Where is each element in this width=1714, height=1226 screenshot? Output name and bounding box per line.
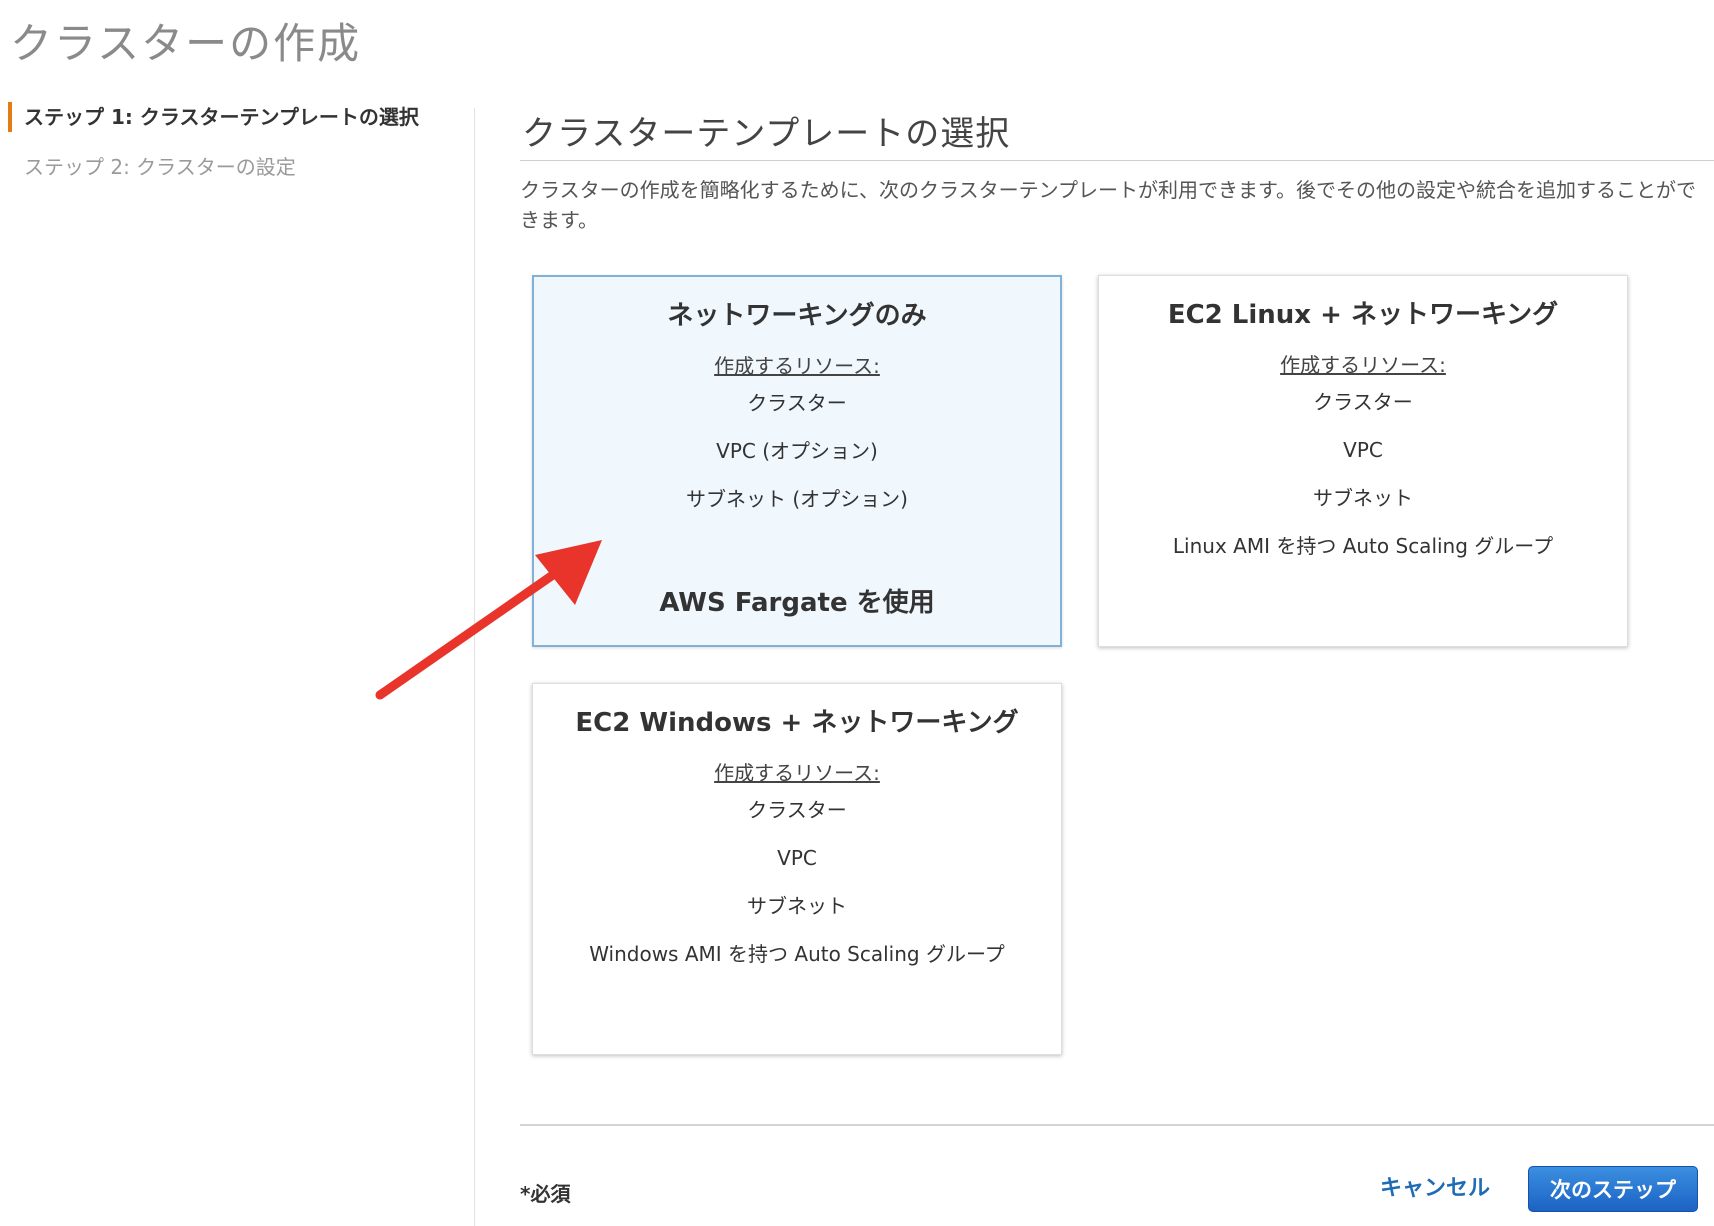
resource-item: サブネット (オプション) — [686, 487, 908, 511]
required-note: *必須 — [520, 1182, 571, 1206]
cancel-button[interactable]: キャンセル — [1380, 1170, 1490, 1202]
card-title: EC2 Windows + ネットワーキング — [575, 708, 1019, 738]
page-title: クラスターの作成 — [10, 19, 362, 68]
resources-label: 作成するリソース: — [1280, 353, 1446, 377]
create-cluster-page: クラスターの作成 ステップ 1: クラスターテンプレートの選択 ステップ 2: … — [0, 0, 1714, 1226]
card-title: ネットワーキングのみ — [667, 301, 927, 331]
resource-item: Windows AMI を持つ Auto Scaling グループ — [589, 942, 1005, 966]
sidebar-divider — [474, 108, 475, 1226]
wizard-steps-sidebar: ステップ 1: クラスターテンプレートの選択 ステップ 2: クラスターの設定 — [8, 102, 438, 182]
resource-item: VPC — [777, 846, 817, 870]
resources-label: 作成するリソース: — [714, 354, 880, 378]
template-card-ec2-linux[interactable]: EC2 Linux + ネットワーキング 作成するリソース: クラスター VPC… — [1098, 275, 1628, 647]
resource-item: クラスター — [747, 798, 847, 822]
resources-label: 作成するリソース: — [714, 761, 880, 785]
resource-item: VPC (オプション) — [716, 439, 878, 463]
resource-item: クラスター — [1313, 390, 1413, 414]
step-1-select-template[interactable]: ステップ 1: クラスターテンプレートの選択 — [8, 102, 438, 132]
resource-item: サブネット — [1313, 486, 1413, 510]
section-divider — [520, 160, 1714, 161]
resource-item: VPC — [1343, 438, 1383, 462]
resource-item: Linux AMI を持つ Auto Scaling グループ — [1172, 534, 1554, 558]
resource-item: クラスター — [747, 391, 847, 415]
template-cards: ネットワーキングのみ 作成するリソース: クラスター VPC (オプション) サ… — [520, 235, 1714, 1055]
main-content: クラスターテンプレートの選択 クラスターの作成を簡略化するために、次のクラスター… — [520, 100, 1714, 1055]
card-title: EC2 Linux + ネットワーキング — [1167, 300, 1559, 330]
section-description: クラスターの作成を簡略化するために、次のクラスターテンプレートが利用できます。後… — [520, 178, 1696, 232]
template-card-networking-only[interactable]: ネットワーキングのみ 作成するリソース: クラスター VPC (オプション) サ… — [532, 275, 1062, 647]
resource-item: サブネット — [747, 894, 847, 918]
section-title: クラスターテンプレートの選択 — [522, 114, 1011, 154]
step-2-configure-cluster[interactable]: ステップ 2: クラスターの設定 — [8, 152, 438, 182]
card-footer-fargate: AWS Fargate を使用 — [659, 588, 935, 618]
next-step-button[interactable]: 次のステップ — [1528, 1166, 1698, 1212]
footer-divider — [520, 1124, 1714, 1126]
template-card-ec2-windows[interactable]: EC2 Windows + ネットワーキング 作成するリソース: クラスター V… — [532, 683, 1062, 1055]
